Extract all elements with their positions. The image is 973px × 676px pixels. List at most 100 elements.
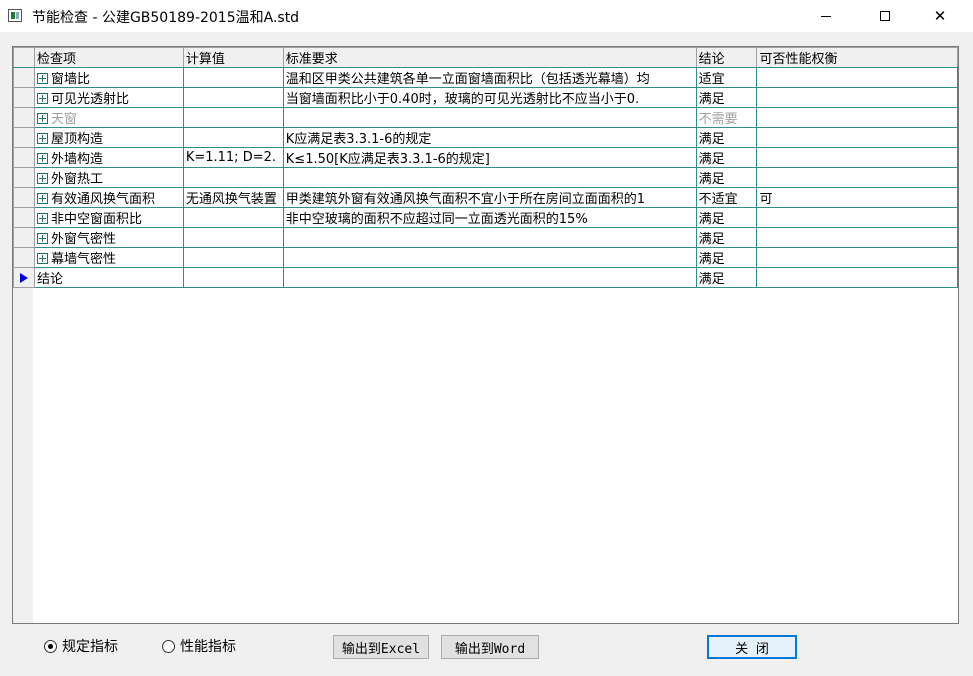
table-row[interactable]: 屋顶构造 K应满足表3.3.1-6的规定 满足 (13, 127, 958, 148)
table-row[interactable]: 非中空窗面积比 非中空玻璃的面积不应超过同一立面透光面积的15% 满足 (13, 207, 958, 228)
cell-item[interactable]: 外窗热工 (33, 167, 184, 188)
radio-performance-circle[interactable] (162, 639, 175, 653)
cell-value[interactable] (182, 107, 284, 128)
cell-conclusion[interactable]: 满足 (695, 87, 758, 108)
cell-item[interactable]: 有效通风换气面积 (33, 187, 184, 208)
cell-conclusion[interactable]: 满足 (695, 227, 758, 248)
expand-plus-icon[interactable] (36, 153, 48, 164)
cell-conclusion[interactable]: 满足 (695, 147, 758, 168)
cell-value[interactable] (182, 267, 284, 288)
column-header-conclusion[interactable]: 结论 (695, 47, 758, 68)
table-row[interactable]: 天窗 不需要 (13, 107, 958, 128)
cell-value[interactable] (182, 127, 284, 148)
cell-item[interactable]: 天窗 (33, 107, 184, 128)
table-row[interactable]: 外窗热工 满足 (13, 167, 958, 188)
cell-item[interactable]: 窗墙比 (33, 67, 184, 88)
row-header-cell[interactable] (13, 147, 35, 168)
expand-plus-icon[interactable] (36, 93, 48, 104)
expand-plus-icon[interactable] (36, 213, 48, 224)
cell-tradeoff[interactable]: 可 (756, 187, 958, 208)
row-header-cell[interactable] (13, 107, 35, 128)
row-header-cell[interactable] (13, 67, 35, 88)
cell-value[interactable] (182, 87, 284, 108)
cell-requirement[interactable]: 非中空玻璃的面积不应超过同一立面透光面积的15% (282, 207, 697, 228)
expand-plus-icon[interactable] (36, 173, 48, 184)
cell-item[interactable]: 外窗气密性 (33, 227, 184, 248)
column-header-requirement[interactable]: 标准要求 (282, 47, 697, 68)
cell-value[interactable] (182, 207, 284, 228)
cell-tradeoff[interactable] (756, 107, 958, 128)
cell-value[interactable] (182, 167, 284, 188)
cell-requirement[interactable] (282, 227, 697, 248)
expand-plus-icon[interactable] (36, 193, 48, 204)
cell-conclusion[interactable]: 适宜 (695, 67, 758, 88)
expand-plus-icon[interactable] (36, 233, 48, 244)
cell-tradeoff[interactable] (756, 147, 958, 168)
cell-item[interactable]: 幕墙气密性 (33, 247, 184, 268)
minimize-button[interactable] (803, 0, 849, 32)
close-button[interactable]: 关 闭 (707, 635, 797, 659)
cell-value[interactable]: K=1.11; D=2. (182, 147, 284, 168)
cell-conclusion[interactable]: 不需要 (695, 107, 758, 128)
cell-requirement[interactable] (282, 167, 697, 188)
column-header-tradeoff[interactable]: 可否性能权衡 (756, 47, 958, 68)
cell-requirement[interactable]: 甲类建筑外窗有效通风换气面积不宜小于所在房间立面面积的1 (282, 187, 697, 208)
maximize-button[interactable] (862, 0, 908, 32)
cell-requirement[interactable] (282, 107, 697, 128)
radio-regulated-indicator[interactable]: 规定指标 (44, 636, 118, 656)
cell-conclusion[interactable]: 满足 (695, 207, 758, 228)
table-row[interactable]: 外窗气密性 满足 (13, 227, 958, 248)
check-results-grid[interactable]: 检查项 计算值 标准要求 结论 可否性能权衡 窗墙比 温和区甲类公共建筑各单一立面… (12, 46, 959, 624)
cell-value[interactable] (182, 247, 284, 268)
cell-requirement[interactable] (282, 247, 697, 268)
cell-tradeoff[interactable] (756, 87, 958, 108)
table-row[interactable]: 外墙构造 K=1.11; D=2. K≤1.50[K应满足表3.3.1-6的规定] 满… (13, 147, 958, 168)
cell-tradeoff[interactable] (756, 207, 958, 228)
table-row[interactable]: 可见光透射比 当窗墙面积比小于0.40时，玻璃的可见光透射比不应当小于0. 满足 (13, 87, 958, 108)
cell-tradeoff[interactable] (756, 167, 958, 188)
row-header-cell[interactable] (13, 187, 35, 208)
close-window-button[interactable]: ✕ (917, 0, 963, 32)
column-header-value[interactable]: 计算值 (182, 47, 284, 68)
expand-plus-icon[interactable] (36, 113, 48, 124)
table-row[interactable]: 有效通风换气面积 无通风换气装置 甲类建筑外窗有效通风换气面积不宜小于所在房间立面面… (13, 187, 958, 208)
expand-plus-icon[interactable] (36, 73, 48, 84)
cell-conclusion[interactable]: 不适宜 (695, 187, 758, 208)
row-header-cell[interactable] (13, 247, 35, 268)
radio-regulated-circle[interactable] (44, 639, 57, 653)
cell-value[interactable] (182, 67, 284, 88)
table-row[interactable]: 窗墙比 温和区甲类公共建筑各单一立面窗墙面积比（包括透光幕墙）均 适宜 (13, 67, 958, 88)
cell-requirement[interactable]: K应满足表3.3.1-6的规定 (282, 127, 697, 148)
expand-plus-icon[interactable] (36, 253, 48, 264)
cell-requirement[interactable]: K≤1.50[K应满足表3.3.1-6的规定] (282, 147, 697, 168)
export-excel-button[interactable]: 输出到Excel (333, 635, 429, 659)
row-header-cell[interactable] (13, 87, 35, 108)
row-header-cell[interactable] (13, 127, 35, 148)
export-word-button[interactable]: 输出到Word (441, 635, 539, 659)
cell-item[interactable]: 外墙构造 (33, 147, 184, 168)
row-header-cell[interactable] (13, 167, 35, 188)
cell-value[interactable] (182, 227, 284, 248)
radio-performance-indicator[interactable]: 性能指标 (162, 636, 236, 656)
cell-tradeoff[interactable] (756, 127, 958, 148)
cell-item[interactable]: 结论 (33, 267, 184, 288)
row-header-cell[interactable] (13, 207, 35, 228)
cell-tradeoff[interactable] (756, 267, 958, 288)
cell-conclusion[interactable]: 满足 (695, 247, 758, 268)
cell-tradeoff[interactable] (756, 67, 958, 88)
cell-item[interactable]: 可见光透射比 (33, 87, 184, 108)
cell-item[interactable]: 非中空窗面积比 (33, 207, 184, 228)
table-row[interactable]: 幕墙气密性 满足 (13, 247, 958, 268)
cell-conclusion[interactable]: 满足 (695, 167, 758, 188)
row-header-cell[interactable] (13, 267, 35, 288)
cell-requirement[interactable] (282, 267, 697, 288)
cell-conclusion[interactable]: 满足 (695, 127, 758, 148)
column-header-item[interactable]: 检查项 (33, 47, 184, 68)
cell-value[interactable]: 无通风换气装置 (182, 187, 284, 208)
cell-tradeoff[interactable] (756, 247, 958, 268)
cell-item[interactable]: 屋顶构造 (33, 127, 184, 148)
cell-tradeoff[interactable] (756, 227, 958, 248)
cell-conclusion[interactable]: 满足 (695, 267, 758, 288)
row-header-cell[interactable] (13, 227, 35, 248)
cell-requirement[interactable]: 当窗墙面积比小于0.40时，玻璃的可见光透射比不应当小于0. (282, 87, 697, 108)
